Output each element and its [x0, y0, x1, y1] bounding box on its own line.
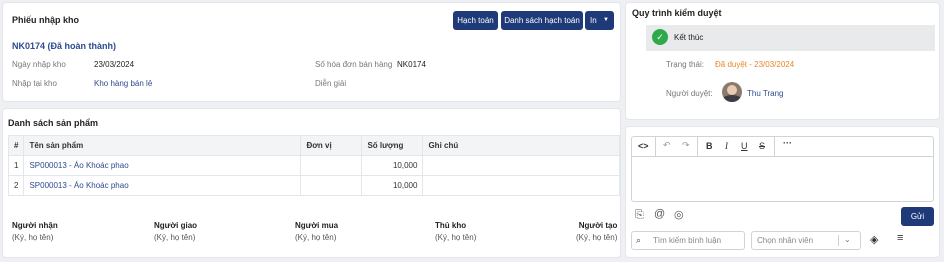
- search-icon: ⌕: [636, 235, 642, 245]
- signature-hint: (Ký, họ tên): [435, 233, 477, 242]
- date-value: 23/03/2024: [94, 60, 135, 69]
- signature-deliverer: Người giao (Ký, họ tên): [154, 221, 197, 242]
- signature-hint: (Ký, họ tên): [154, 233, 196, 242]
- send-button[interactable]: Gửi: [901, 207, 934, 226]
- attachment-icon[interactable]: ⎘: [635, 209, 644, 222]
- product-name[interactable]: SP000013 - Áo Khoác phao: [23, 155, 302, 176]
- signature-creator: Người tạo (Ký, họ tên): [576, 221, 617, 242]
- col-note: Ghi chú: [422, 135, 620, 156]
- print-label: In: [590, 16, 597, 25]
- table-row: 2 SP000013 - Áo Khoác phao 10,000: [7, 175, 620, 196]
- page-title: Phiếu nhập kho: [12, 15, 80, 25]
- product-unit: [300, 155, 363, 176]
- bold-icon[interactable]: B: [706, 141, 713, 151]
- editor-toolbar: <> ↶ ↷ B I U S ···: [632, 137, 933, 157]
- accounting-button[interactable]: Hạch toán: [453, 11, 498, 30]
- col-index: #: [7, 135, 25, 156]
- receipt-code: NK0174 (Đã hoàn thành): [12, 41, 117, 51]
- italic-icon[interactable]: I: [725, 141, 728, 151]
- row-index: 1: [7, 155, 25, 176]
- comment-card: <> ↶ ↷ B I U S ··· ⎘ @ ◎ Gửi ⌕ Tìm kiếm …: [625, 126, 940, 258]
- undo-icon[interactable]: ↶: [663, 140, 671, 151]
- check-icon: ✓: [652, 29, 668, 45]
- product-quantity: 10,000: [361, 175, 424, 196]
- signature-storekeeper: Thủ kho (Ký, họ tên): [435, 221, 476, 242]
- filter-icon[interactable]: ≡: [897, 232, 903, 244]
- table-header-row: # Tên sản phẩm Đơn vị Số lượng Ghi chú: [7, 135, 620, 156]
- mention-icon[interactable]: @: [654, 208, 665, 220]
- invoice-label: Số hóa đơn bán hàng: [315, 60, 393, 69]
- col-quantity: Số lượng: [361, 135, 424, 156]
- signature-role: Thủ kho: [435, 221, 467, 230]
- product-name[interactable]: SP000013 - Áo Khoác phao: [23, 175, 302, 196]
- signature-hint: (Ký, họ tên): [12, 233, 54, 242]
- redo-icon[interactable]: ↷: [682, 140, 690, 151]
- row-index: 2: [7, 175, 25, 196]
- product-quantity: 10,000: [361, 155, 424, 176]
- signature-hint: (Ký, họ tên): [295, 233, 337, 242]
- note-label: Diễn giải: [315, 79, 347, 88]
- receipt-card: Phiếu nhập kho Hạch toán Danh sách hạch …: [2, 2, 621, 102]
- approval-card: Quy trình kiểm duyệt ✓ Kết thúc Trạng th…: [625, 2, 940, 120]
- product-note: [422, 175, 620, 196]
- products-card: Danh sách sản phẩm # Tên sản phẩm Đơn vị…: [2, 108, 621, 258]
- status-value: Đã duyệt - 23/03/2024: [715, 60, 795, 69]
- staff-select[interactable]: Chọn nhân viên ⌄: [751, 231, 861, 250]
- signature-buyer: Người mua (Ký, họ tên): [295, 221, 338, 242]
- chevron-down-icon: ⌄: [844, 235, 851, 244]
- warehouse-label: Nhập tại kho: [12, 79, 57, 88]
- products-table: # Tên sản phẩm Đơn vị Số lượng Ghi chú 1…: [7, 135, 620, 196]
- approver-label: Người duyệt:: [666, 89, 713, 98]
- more-icon[interactable]: ···: [783, 138, 792, 148]
- strikethrough-icon[interactable]: S: [759, 141, 765, 151]
- product-note: [422, 155, 620, 176]
- date-label: Ngày nhập kho: [12, 60, 66, 69]
- search-placeholder: Tìm kiếm bình luận: [653, 236, 722, 245]
- approver-name[interactable]: Thu Trang: [747, 89, 783, 98]
- avatar: [722, 82, 742, 102]
- layers-icon[interactable]: ◈: [870, 233, 878, 246]
- location-icon[interactable]: ◎: [674, 208, 684, 221]
- code-icon[interactable]: <>: [638, 141, 649, 151]
- signature-role: Người nhận: [12, 221, 58, 230]
- products-title: Danh sách sản phẩm: [8, 118, 99, 128]
- warehouse-value[interactable]: Kho hàng bán lẻ: [94, 79, 152, 88]
- invoice-value: NK0174: [397, 60, 426, 69]
- approval-step-label: Kết thúc: [674, 33, 704, 42]
- staff-placeholder: Chọn nhân viên: [757, 236, 814, 245]
- col-unit: Đơn vị: [300, 135, 363, 156]
- underline-icon[interactable]: U: [741, 141, 748, 151]
- comment-editor[interactable]: <> ↶ ↷ B I U S ···: [631, 136, 934, 202]
- table-row: 1 SP000013 - Áo Khoác phao 10,000: [7, 155, 620, 176]
- approval-title: Quy trình kiểm duyệt: [632, 8, 722, 18]
- signature-role: Người tạo: [578, 221, 618, 230]
- signature-role: Người giao: [154, 221, 198, 230]
- search-comment-input[interactable]: ⌕ Tìm kiếm bình luận: [631, 231, 745, 250]
- col-product-name: Tên sản phẩm: [23, 135, 302, 156]
- approval-step: ✓ Kết thúc: [646, 25, 935, 51]
- status-label: Trạng thái:: [666, 60, 704, 69]
- print-button[interactable]: In ▼: [585, 11, 614, 30]
- caret-down-icon: ▼: [603, 17, 609, 23]
- signature-hint: (Ký, họ tên): [576, 233, 618, 242]
- product-unit: [300, 175, 363, 196]
- accounting-list-button[interactable]: Danh sách hạch toán: [501, 11, 583, 30]
- signature-receiver: Người nhận (Ký, họ tên): [12, 221, 58, 242]
- signature-role: Người mua: [295, 221, 339, 230]
